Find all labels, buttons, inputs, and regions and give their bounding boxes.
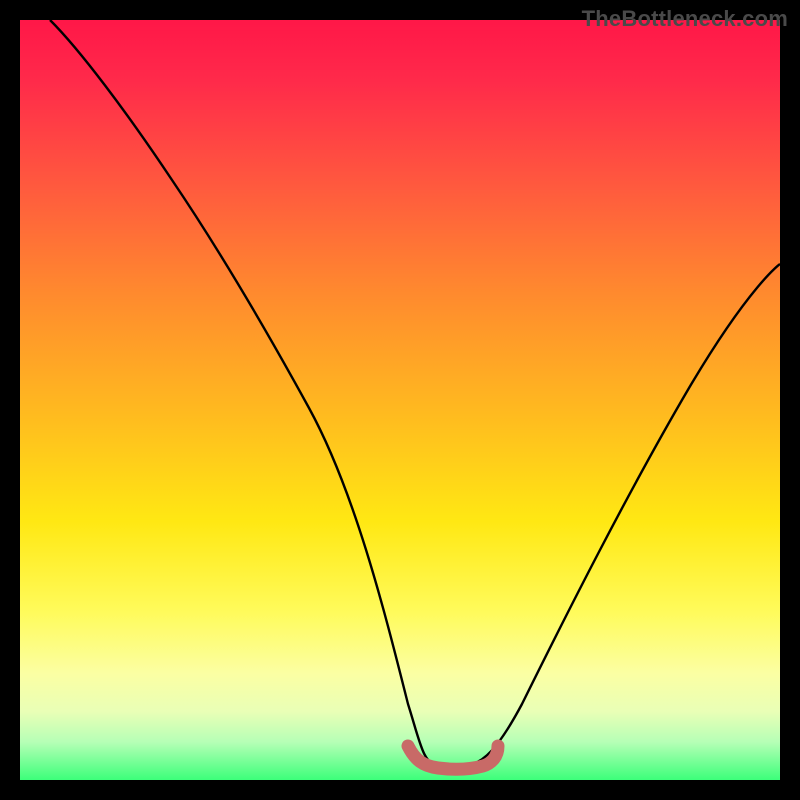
chart-frame: TheBottleneck.com — [0, 0, 800, 800]
watermark-text: TheBottleneck.com — [582, 6, 788, 32]
bottleneck-curve — [50, 20, 780, 768]
curve-overlay — [20, 20, 780, 780]
